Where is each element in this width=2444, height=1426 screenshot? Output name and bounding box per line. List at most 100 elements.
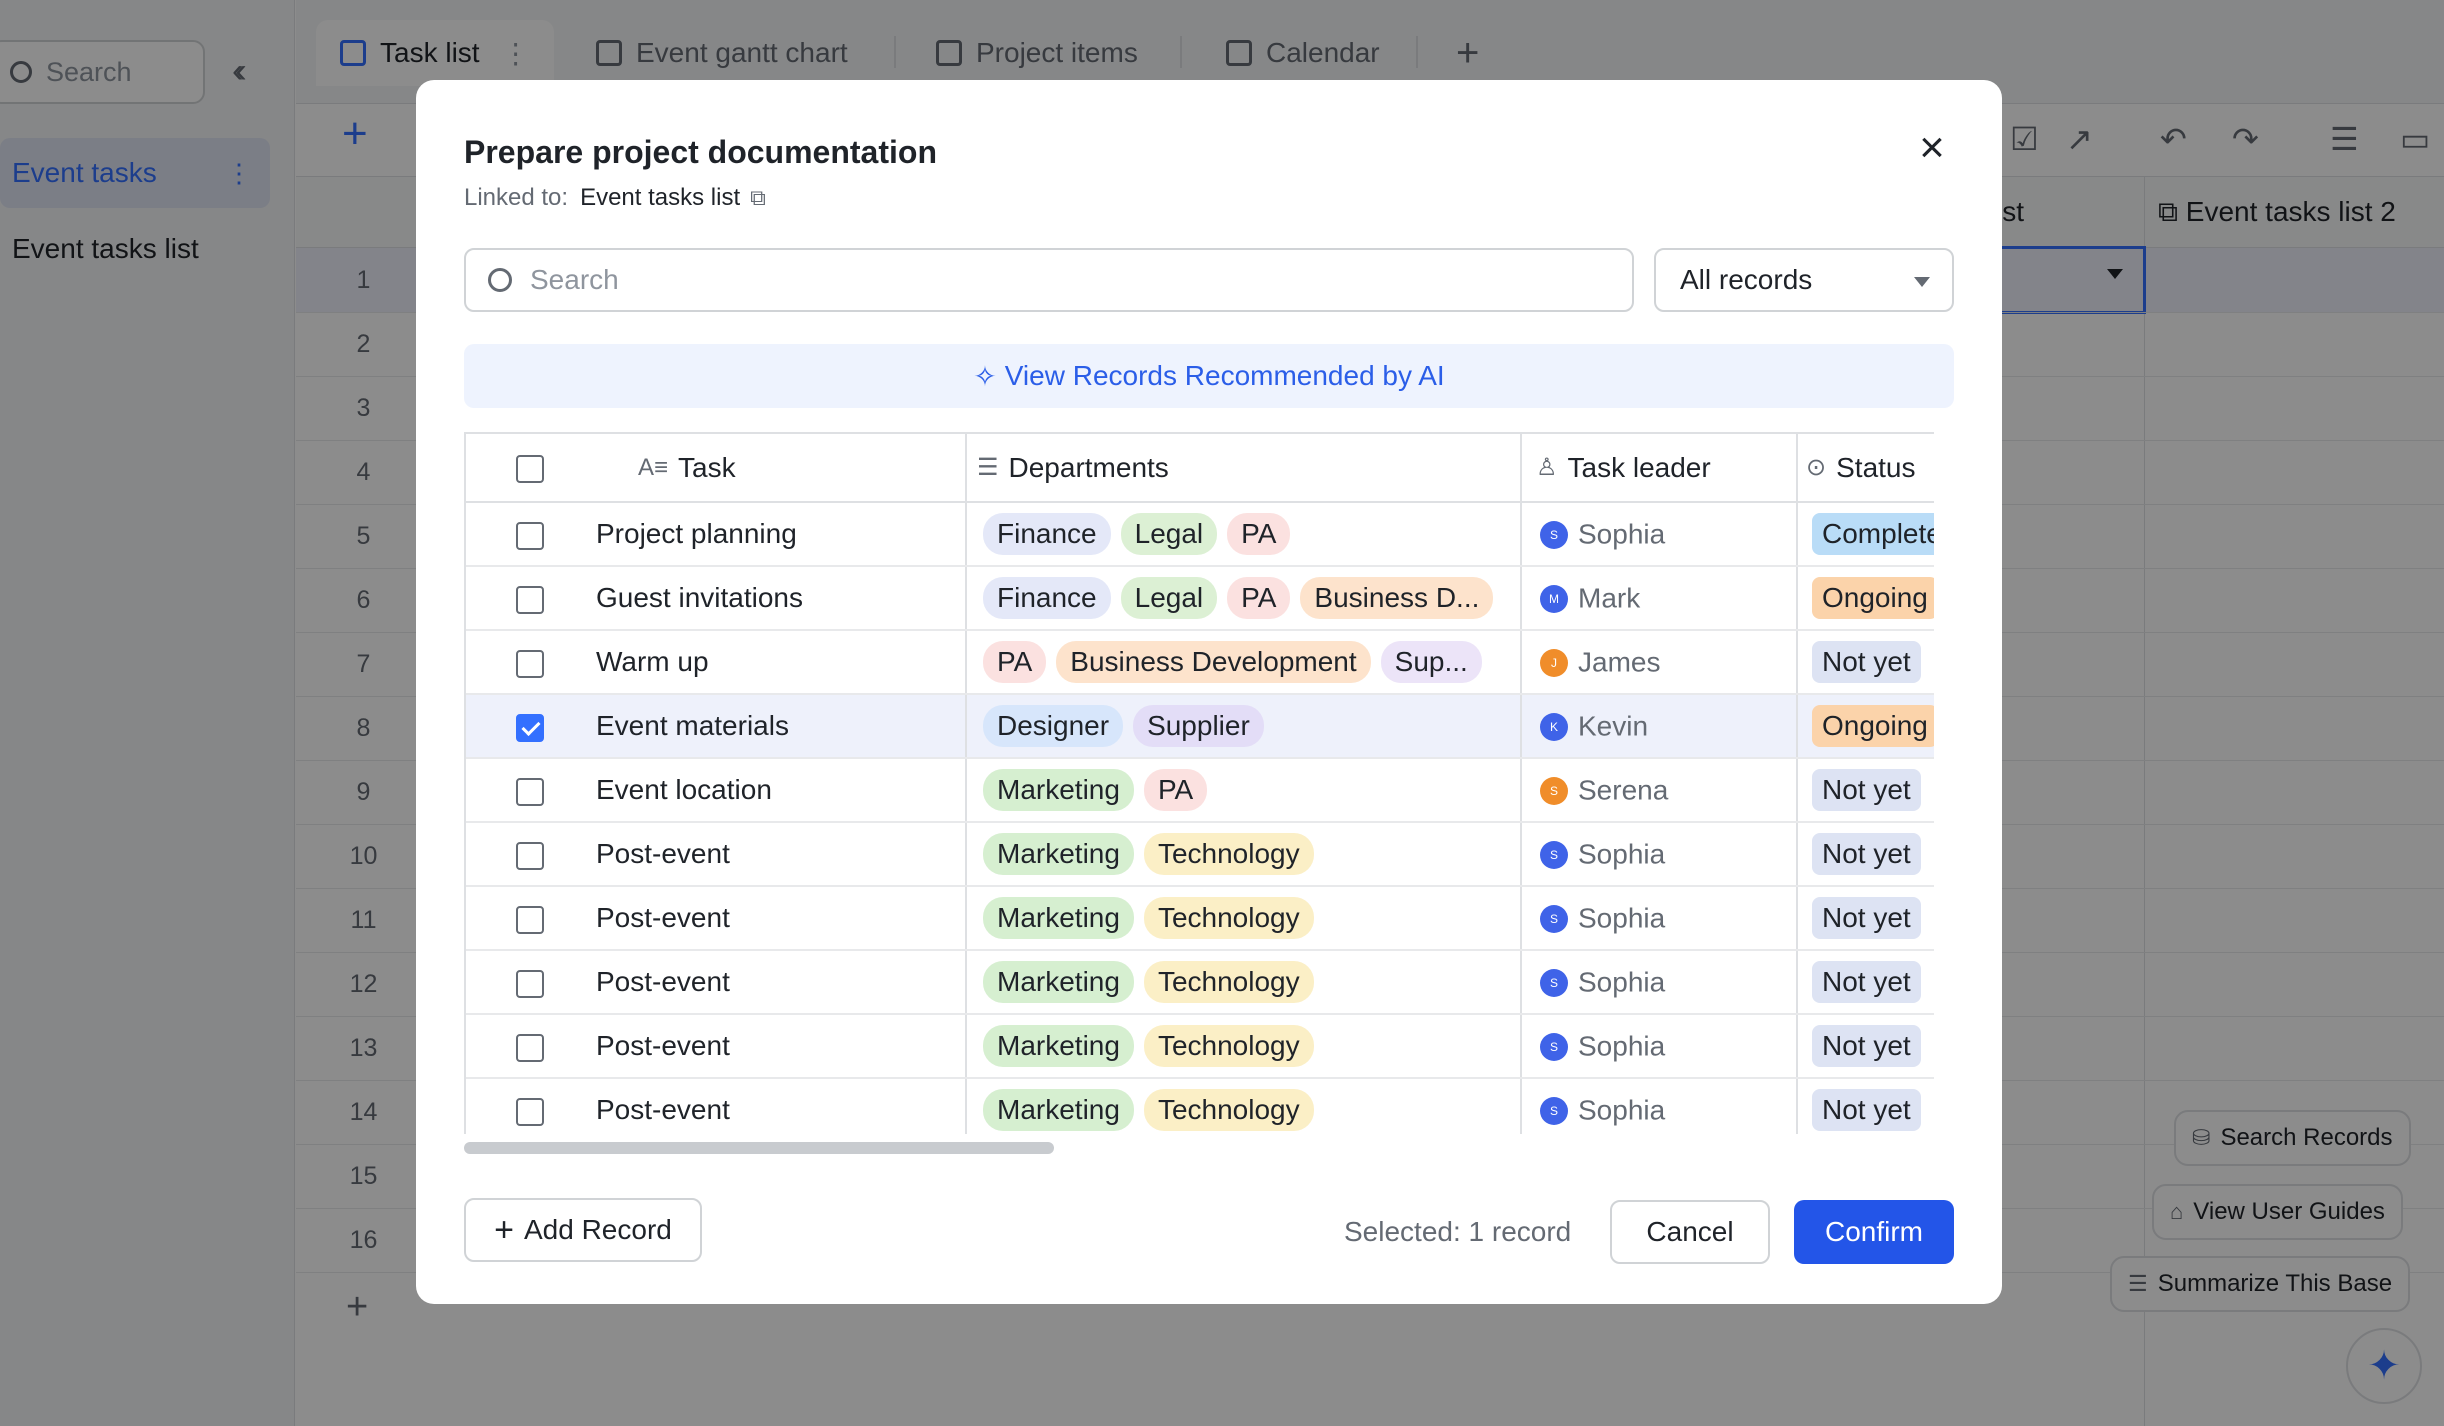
- avatar: K: [1540, 712, 1568, 741]
- department-tag: PA: [1143, 769, 1208, 811]
- table-row[interactable]: Post-event Marketing Technology S Sophia Not …: [466, 1078, 1934, 1134]
- sparkle-icon: ✧: [973, 360, 997, 392]
- horizontal-scrollbar[interactable]: [464, 1142, 1054, 1154]
- add-record-button[interactable]: + Add Record: [464, 1198, 702, 1262]
- row-checkbox[interactable]: [516, 585, 544, 614]
- row-checkbox-cell: [466, 502, 596, 567]
- row-checkbox[interactable]: [516, 649, 544, 678]
- row-checkbox[interactable]: [516, 969, 544, 998]
- department-tag: Technology: [1143, 961, 1314, 1003]
- department-tag: Marketing: [983, 1089, 1134, 1131]
- status-badge: Not yet: [1812, 897, 1921, 939]
- task-leader-name: Mark: [1578, 582, 1641, 614]
- records-filter-value: All records: [1680, 264, 1813, 295]
- row-checkbox-cell: [466, 694, 596, 759]
- multi-select-icon: ☰: [977, 454, 999, 481]
- row-checkbox[interactable]: [516, 713, 544, 742]
- task-leader-name: Sophia: [1578, 518, 1666, 550]
- status-cell: Ongoing: [1796, 566, 1934, 631]
- department-tag: Marketing: [983, 961, 1134, 1003]
- row-checkbox-cell: [466, 1078, 596, 1134]
- table-row[interactable]: Post-event Marketing Technology S Sophia Not …: [466, 822, 1934, 887]
- row-checkbox[interactable]: [516, 905, 544, 934]
- task-leader-name: Sophia: [1578, 838, 1666, 870]
- table-row[interactable]: Post-event Marketing Technology S Sophia Not …: [466, 1014, 1934, 1079]
- status-badge: Ongoing: [1812, 705, 1934, 747]
- column-header-label: Task leader: [1567, 451, 1711, 483]
- table-row[interactable]: Post-event Marketing Technology S Sophia Not …: [466, 950, 1934, 1015]
- linked-table-link[interactable]: Event tasks list: [580, 184, 740, 212]
- avatar: M: [1540, 584, 1568, 613]
- departments-cell: Marketing Technology: [965, 886, 1521, 951]
- row-checkbox[interactable]: [516, 1033, 544, 1062]
- single-select-icon: ⊙: [1806, 454, 1827, 481]
- record-search-input[interactable]: [530, 264, 1530, 296]
- task-leader-name: Sophia: [1578, 902, 1666, 934]
- task-leader-cell: S Sophia: [1520, 1078, 1797, 1134]
- department-tag: Business D...: [1300, 577, 1494, 619]
- avatar: S: [1540, 776, 1568, 805]
- row-checkbox[interactable]: [516, 777, 544, 806]
- row-checkbox-cell: [466, 886, 596, 951]
- department-tag: Designer: [983, 705, 1124, 747]
- avatar: S: [1540, 904, 1568, 933]
- column-header-task[interactable]: A≡ Task: [596, 434, 966, 503]
- status-cell: Not yet: [1796, 950, 1934, 1015]
- avatar: S: [1540, 520, 1568, 549]
- task-leader-name: Sophia: [1578, 966, 1666, 998]
- link-record-dialog: Prepare project documentation Linked to:…: [416, 80, 2002, 1304]
- table-row[interactable]: Warm up PA Business Development Sup... J Jame…: [466, 630, 1934, 695]
- row-checkbox[interactable]: [516, 521, 544, 550]
- chevron-down-icon: [1914, 277, 1930, 287]
- task-cell: Warm up: [596, 630, 966, 695]
- task-leader-name: Serena: [1578, 774, 1669, 806]
- task-cell: Event materials: [596, 694, 966, 759]
- task-leader-name: Kevin: [1578, 710, 1649, 742]
- avatar: J: [1540, 648, 1568, 677]
- ai-recommend-link[interactable]: ✧ View Records Recommended by AI: [464, 344, 1954, 408]
- task-leader-name: James: [1578, 646, 1661, 678]
- department-tag: Technology: [1143, 1025, 1314, 1067]
- task-leader-cell: S Sophia: [1520, 822, 1797, 887]
- search-icon: [488, 268, 512, 292]
- column-header-departments[interactable]: ☰ Departments: [965, 434, 1521, 503]
- table-row[interactable]: Guest invitations Finance Legal PA Business …: [466, 566, 1934, 631]
- status-cell: Ongoing: [1796, 694, 1934, 759]
- selected-count: Selected: 1 record: [1344, 1216, 1572, 1247]
- external-link-icon[interactable]: ⧉: [750, 185, 766, 211]
- task-leader-cell: M Mark: [1520, 566, 1797, 631]
- departments-cell: Finance Legal PA: [965, 502, 1521, 567]
- table-row[interactable]: Post-event Marketing Technology S Sophia Not …: [466, 886, 1934, 951]
- departments-cell: Marketing Technology: [965, 950, 1521, 1015]
- confirm-button[interactable]: Confirm: [1794, 1200, 1954, 1264]
- status-badge: Not yet: [1812, 641, 1921, 683]
- status-badge: Ongoing: [1812, 577, 1934, 619]
- records-filter-select[interactable]: All records: [1654, 248, 1954, 312]
- close-icon[interactable]: ×: [1912, 126, 1952, 170]
- row-checkbox-cell: [466, 1014, 596, 1079]
- column-header-task-leader[interactable]: ♙ Task leader: [1520, 434, 1797, 503]
- cancel-button[interactable]: Cancel: [1610, 1200, 1770, 1264]
- department-tag: Technology: [1143, 897, 1314, 939]
- department-tag: Finance: [983, 513, 1111, 555]
- table-row[interactable]: Project planning Finance Legal PA S Sophia Com…: [466, 502, 1934, 567]
- department-tag: Marketing: [983, 897, 1134, 939]
- table-row[interactable]: Event materials Designer Supplier K Kevin Ong…: [466, 694, 1934, 759]
- task-leader-cell: K Kevin: [1520, 694, 1797, 759]
- task-leader-cell: S Sophia: [1520, 502, 1797, 567]
- table-row[interactable]: Event location Marketing PA S Serena Not yet: [466, 758, 1934, 823]
- department-tag: Sup...: [1380, 641, 1482, 683]
- column-header-label: Status: [1836, 451, 1916, 483]
- row-checkbox[interactable]: [516, 1097, 544, 1126]
- departments-cell: Marketing PA: [965, 758, 1521, 823]
- select-all-checkbox[interactable]: [516, 455, 544, 484]
- ai-recommend-label: View Records Recommended by AI: [1004, 360, 1445, 391]
- record-search[interactable]: [464, 248, 1634, 312]
- column-header-status[interactable]: ⊙ Status: [1796, 434, 1934, 503]
- row-checkbox[interactable]: [516, 841, 544, 870]
- department-tag: Legal: [1120, 513, 1218, 555]
- status-cell: Not yet: [1796, 1078, 1934, 1134]
- department-tag: PA: [1227, 577, 1291, 619]
- department-tag: Technology: [1143, 1089, 1314, 1131]
- linked-to-info: Linked to: Event tasks list ⧉: [464, 184, 766, 212]
